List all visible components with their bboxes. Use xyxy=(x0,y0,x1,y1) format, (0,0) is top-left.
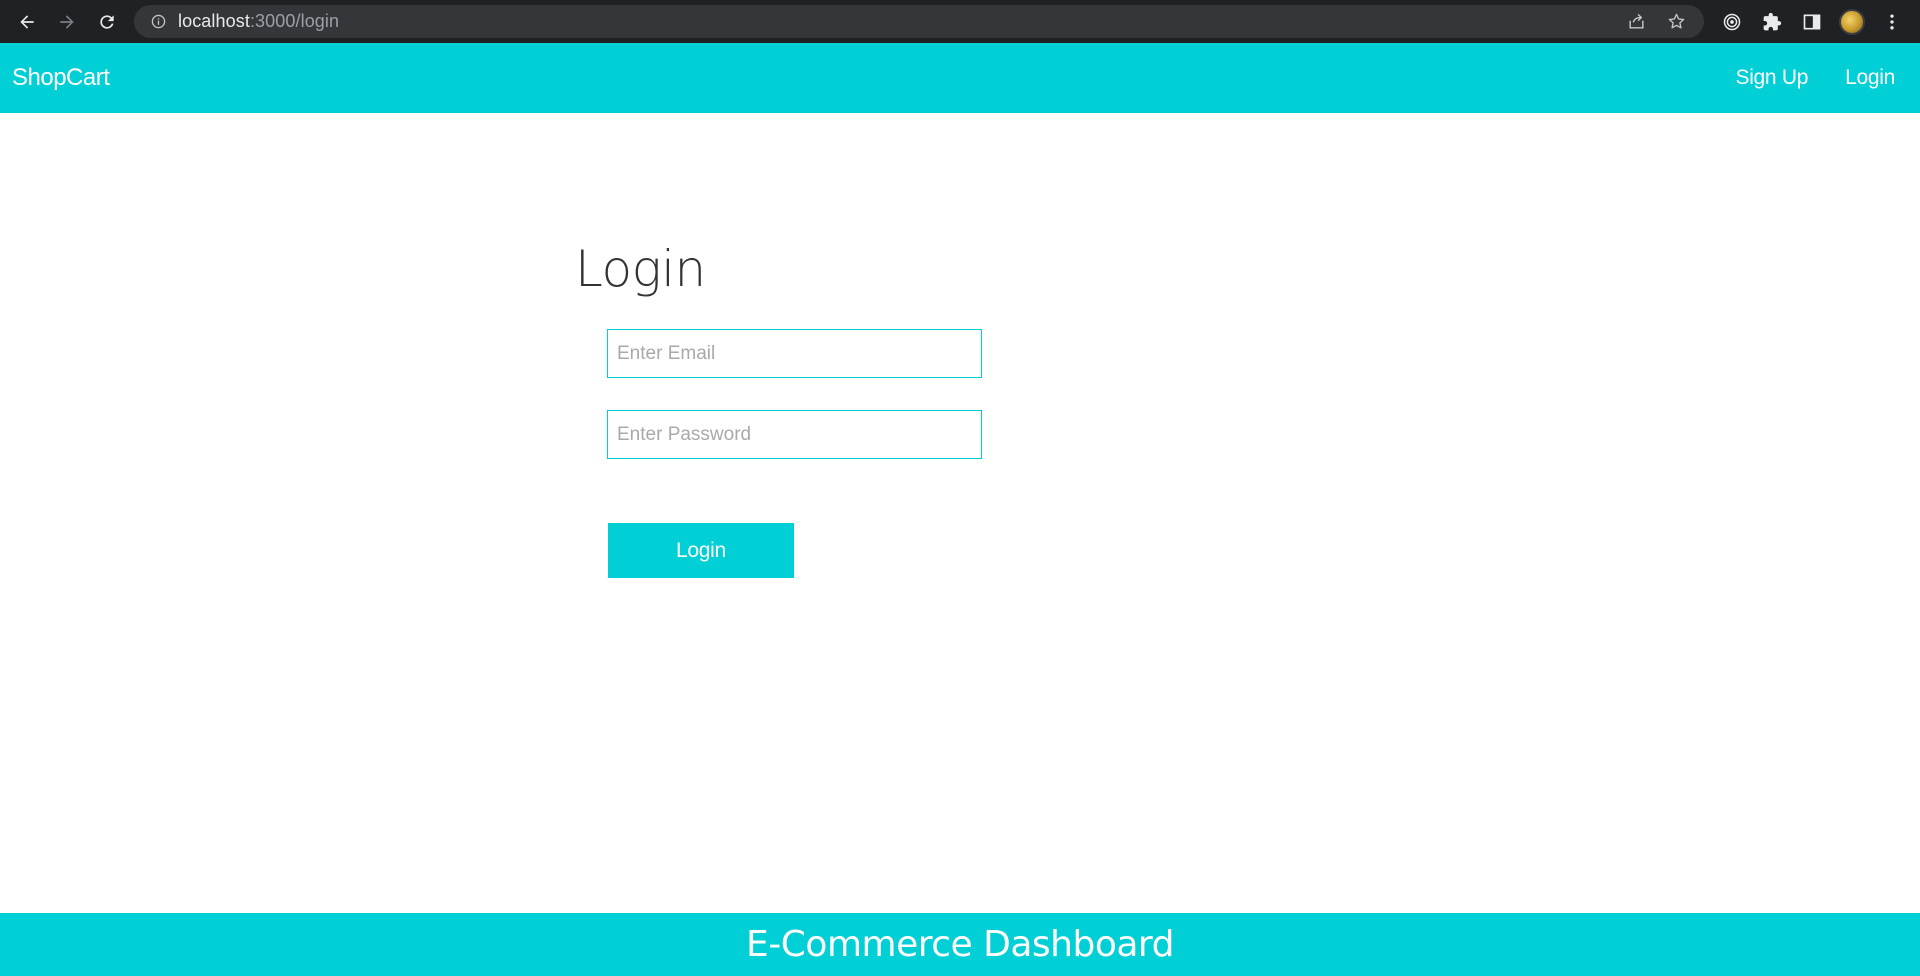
app-navbar: ShopCart Sign Up Login xyxy=(0,43,1920,113)
kebab-menu-icon[interactable] xyxy=(1872,0,1912,43)
url-path: :3000/login xyxy=(249,11,340,31)
reload-icon[interactable] xyxy=(87,0,127,43)
url-text[interactable]: localhost:3000/login xyxy=(178,11,339,32)
nav-link-login[interactable]: Login xyxy=(1845,66,1895,90)
brand-logo[interactable]: ShopCart xyxy=(12,64,110,92)
puzzle-icon[interactable] xyxy=(1752,0,1792,43)
login-button[interactable]: Login xyxy=(608,523,794,578)
address-bar[interactable]: localhost:3000/login xyxy=(134,5,1704,38)
star-icon[interactable] xyxy=(1656,5,1696,38)
footer-text: E-Commerce Dashboard xyxy=(746,924,1174,965)
nav-links: Sign Up Login xyxy=(1698,66,1895,90)
side-panel-icon[interactable] xyxy=(1792,0,1832,43)
back-arrow-icon[interactable] xyxy=(7,0,47,43)
browser-toolbar: localhost:3000/login xyxy=(0,0,1920,43)
url-host: localhost xyxy=(178,11,250,31)
nav-link-signup[interactable]: Sign Up xyxy=(1735,66,1808,90)
footer: E-Commerce Dashboard xyxy=(0,913,1920,976)
page-title: Login xyxy=(575,240,706,298)
info-icon[interactable] xyxy=(150,14,166,30)
browser-nav-buttons xyxy=(7,0,127,43)
target-icon[interactable] xyxy=(1712,0,1752,43)
email-input[interactable] xyxy=(607,329,982,378)
share-icon[interactable] xyxy=(1616,5,1656,38)
page-title-text: Login xyxy=(575,240,706,298)
profile-avatar[interactable] xyxy=(1832,0,1872,43)
forward-arrow-icon[interactable] xyxy=(47,0,87,43)
avatar-image xyxy=(1839,8,1865,35)
password-input[interactable] xyxy=(607,410,982,459)
